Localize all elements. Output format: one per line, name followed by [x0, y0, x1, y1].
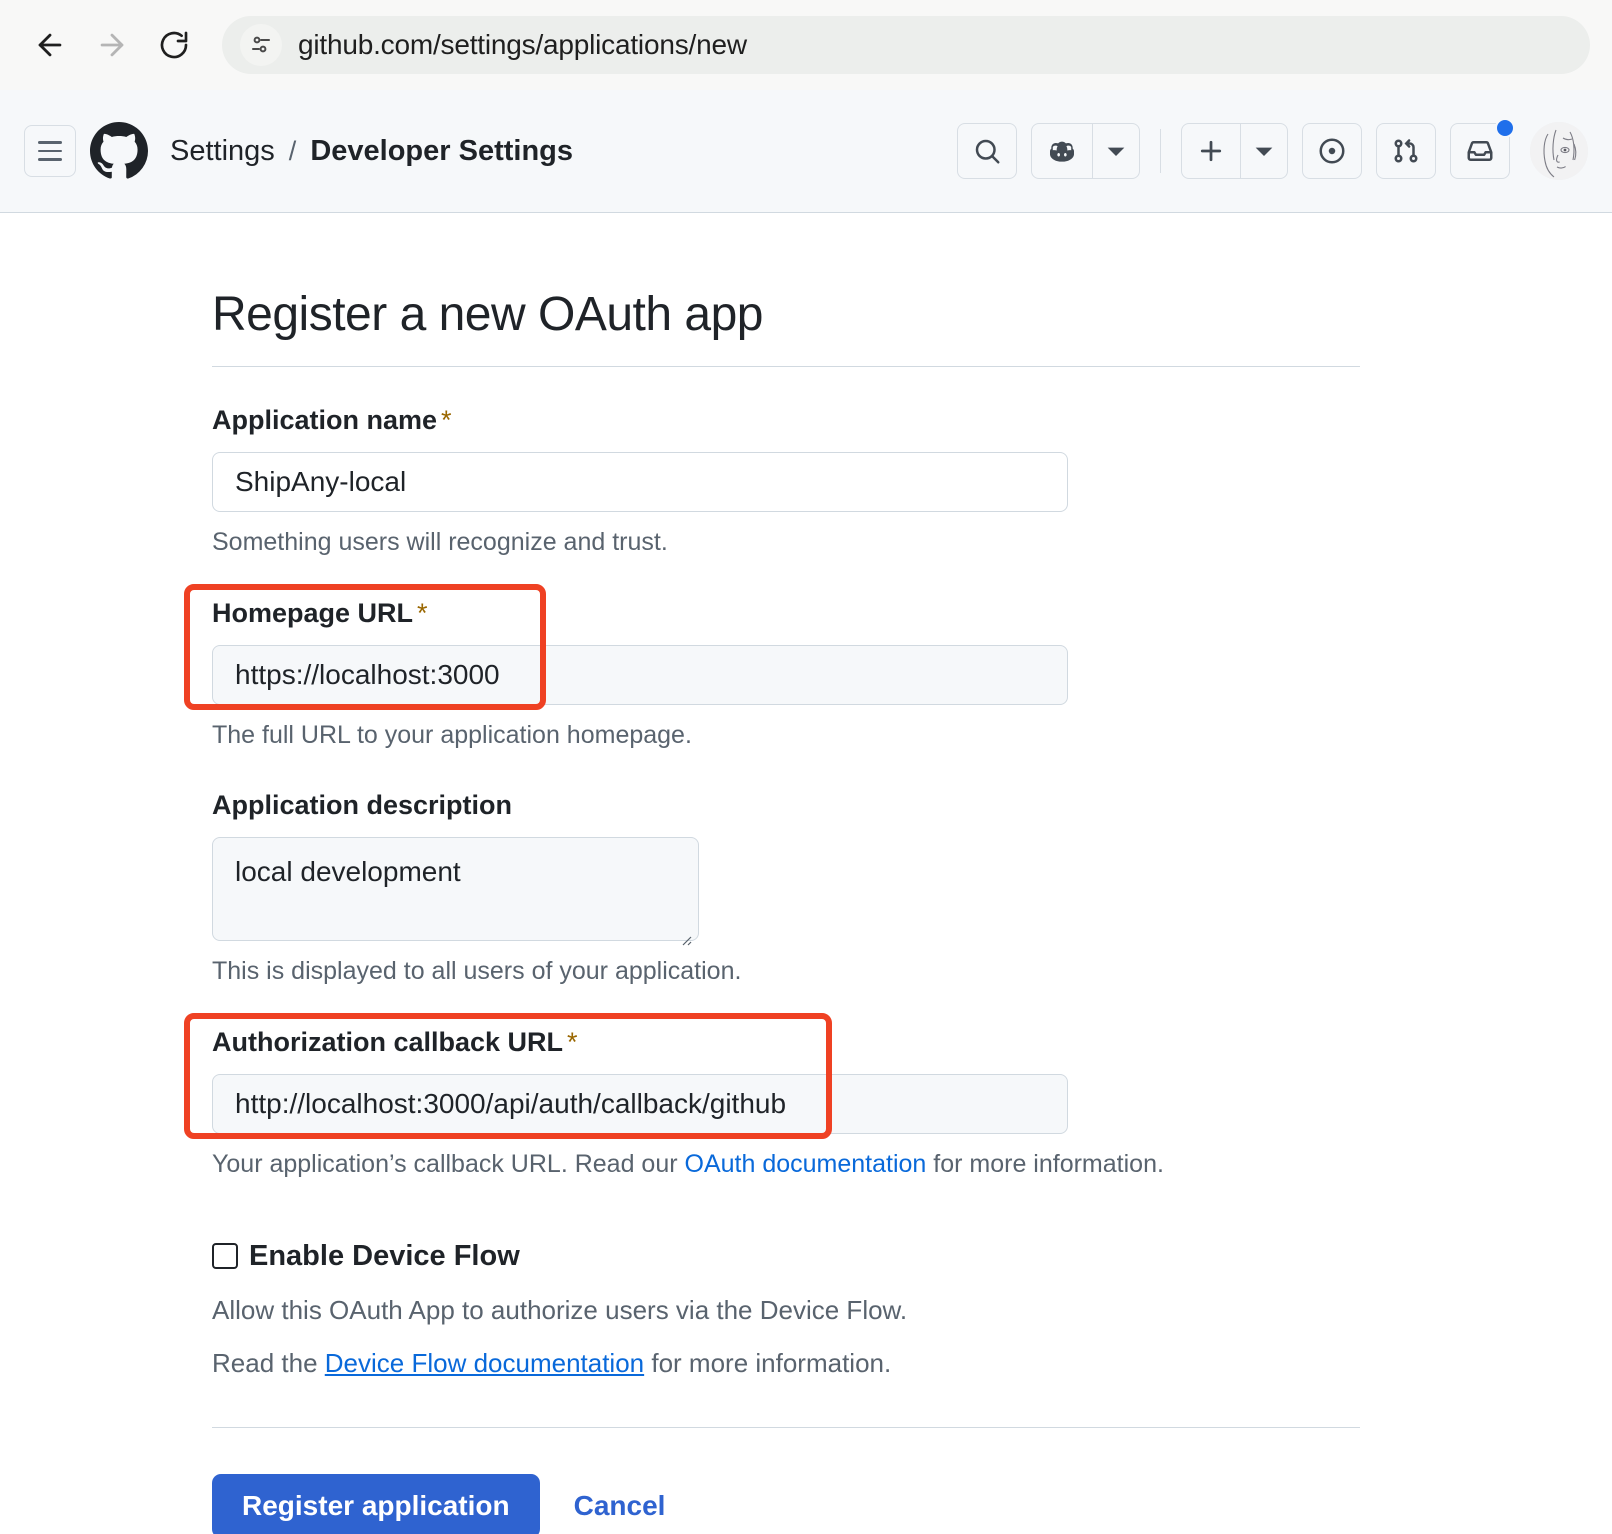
required-asterisk: *: [417, 597, 428, 628]
oauth-documentation-link[interactable]: OAuth documentation: [685, 1150, 927, 1178]
enable-device-flow-checkbox[interactable]: [212, 1243, 238, 1270]
application-description-label: Application description: [212, 790, 1360, 821]
callback-url-hint: Your application’s callback URL. Read ou…: [212, 1148, 1360, 1182]
forward-arrow-icon[interactable]: [84, 17, 140, 73]
callback-url-hint-after: for more information.: [926, 1150, 1164, 1179]
breadcrumb: Settings / Developer Settings: [170, 135, 573, 168]
field-application-description: Application description local developmen…: [212, 790, 1360, 989]
application-description-value: local development: [235, 856, 461, 888]
create-new-button-group[interactable]: [1181, 123, 1288, 179]
address-bar[interactable]: github.com/settings/applications/new: [222, 16, 1590, 74]
breadcrumb-separator: /: [288, 135, 297, 166]
hamburger-menu-icon[interactable]: [24, 125, 76, 177]
field-homepage-url: Homepage URL * https://localhost:3000 The…: [184, 583, 1360, 753]
application-description-label-text: Application description: [212, 790, 513, 821]
avatar[interactable]: [1530, 122, 1588, 180]
copilot-button-group[interactable]: [1031, 123, 1140, 179]
callback-url-label: Authorization callback URL *: [212, 1027, 1360, 1058]
device-flow-documentation-link[interactable]: Device Flow documentation: [325, 1348, 644, 1378]
header-actions: [957, 118, 1588, 180]
actions-divider: [212, 1426, 1360, 1428]
required-asterisk: *: [441, 404, 452, 435]
callback-url-label-text: Authorization callback URL: [212, 1027, 564, 1058]
plus-icon[interactable]: [1182, 124, 1240, 178]
back-arrow-icon[interactable]: [22, 17, 78, 73]
field-callback-url: Authorization callback URL * http://local…: [184, 1013, 1360, 1182]
required-asterisk: *: [567, 1027, 578, 1058]
application-name-label: Application name *: [212, 405, 1360, 436]
form-actions: Register application Cancel: [212, 1473, 1360, 1534]
site-settings-icon[interactable]: [240, 24, 282, 66]
git-pull-request-icon[interactable]: [1376, 123, 1436, 179]
reload-icon[interactable]: [146, 17, 202, 73]
register-application-button[interactable]: Register application: [212, 1473, 540, 1534]
device-flow-docs-line: Read the Device Flow documentation for m…: [212, 1348, 1360, 1379]
callback-url-input[interactable]: http://localhost:3000/api/auth/callback/…: [212, 1074, 1068, 1135]
application-description-hint: This is displayed to all users of your a…: [212, 957, 742, 986]
issue-opened-icon[interactable]: [1302, 123, 1362, 179]
browser-toolbar: github.com/settings/applications/new: [0, 0, 1612, 90]
homepage-url-label-text: Homepage URL: [212, 597, 414, 628]
url-text: github.com/settings/applications/new: [298, 29, 747, 60]
github-header: Settings / Developer Settings: [0, 90, 1612, 213]
copilot-icon[interactable]: [1032, 124, 1092, 178]
oauth-app-form: Register a new OAuth app Application nam…: [184, 288, 1360, 1534]
device-flow-docs-before: Read the: [212, 1347, 325, 1378]
cancel-button[interactable]: Cancel: [574, 1490, 666, 1522]
device-flow-description: Allow this OAuth App to authorize users …: [212, 1294, 908, 1325]
page-title: Register a new OAuth app: [212, 288, 764, 341]
device-flow-row[interactable]: Enable Device Flow: [212, 1240, 1360, 1273]
application-description-textarea[interactable]: local development: [212, 837, 699, 946]
header-divider: [1160, 129, 1161, 173]
github-logo-icon[interactable]: [90, 122, 148, 180]
application-name-input[interactable]: ShipAny-local: [212, 451, 1068, 512]
homepage-url-label: Homepage URL *: [212, 598, 1360, 629]
inbox-icon[interactable]: [1450, 118, 1515, 179]
breadcrumb-developer-settings: Developer Settings: [310, 134, 573, 167]
resize-handle-icon[interactable]: [677, 920, 693, 946]
breadcrumb-settings[interactable]: Settings: [170, 135, 275, 168]
create-new-chevron-down-icon[interactable]: [1240, 124, 1287, 178]
device-flow-docs-after: for more information.: [644, 1347, 892, 1378]
notification-dot: [1495, 118, 1515, 138]
search-icon[interactable]: [957, 123, 1017, 179]
callback-url-hint-before: Your application’s callback URL. Read ou…: [212, 1150, 685, 1179]
title-divider: [212, 365, 1360, 367]
main-content: Register a new OAuth app Application nam…: [0, 213, 1612, 1534]
field-application-name: Application name * ShipAny-local Somethin…: [212, 405, 1360, 560]
application-name-label-text: Application name: [212, 404, 438, 435]
copilot-chevron-down-icon[interactable]: [1092, 124, 1139, 178]
application-name-hint: Something users will recognize and trust…: [212, 527, 668, 556]
homepage-url-input[interactable]: https://localhost:3000: [212, 644, 1068, 705]
enable-device-flow-label: Enable Device Flow: [249, 1239, 520, 1272]
homepage-url-hint: The full URL to your application homepag…: [212, 720, 692, 749]
